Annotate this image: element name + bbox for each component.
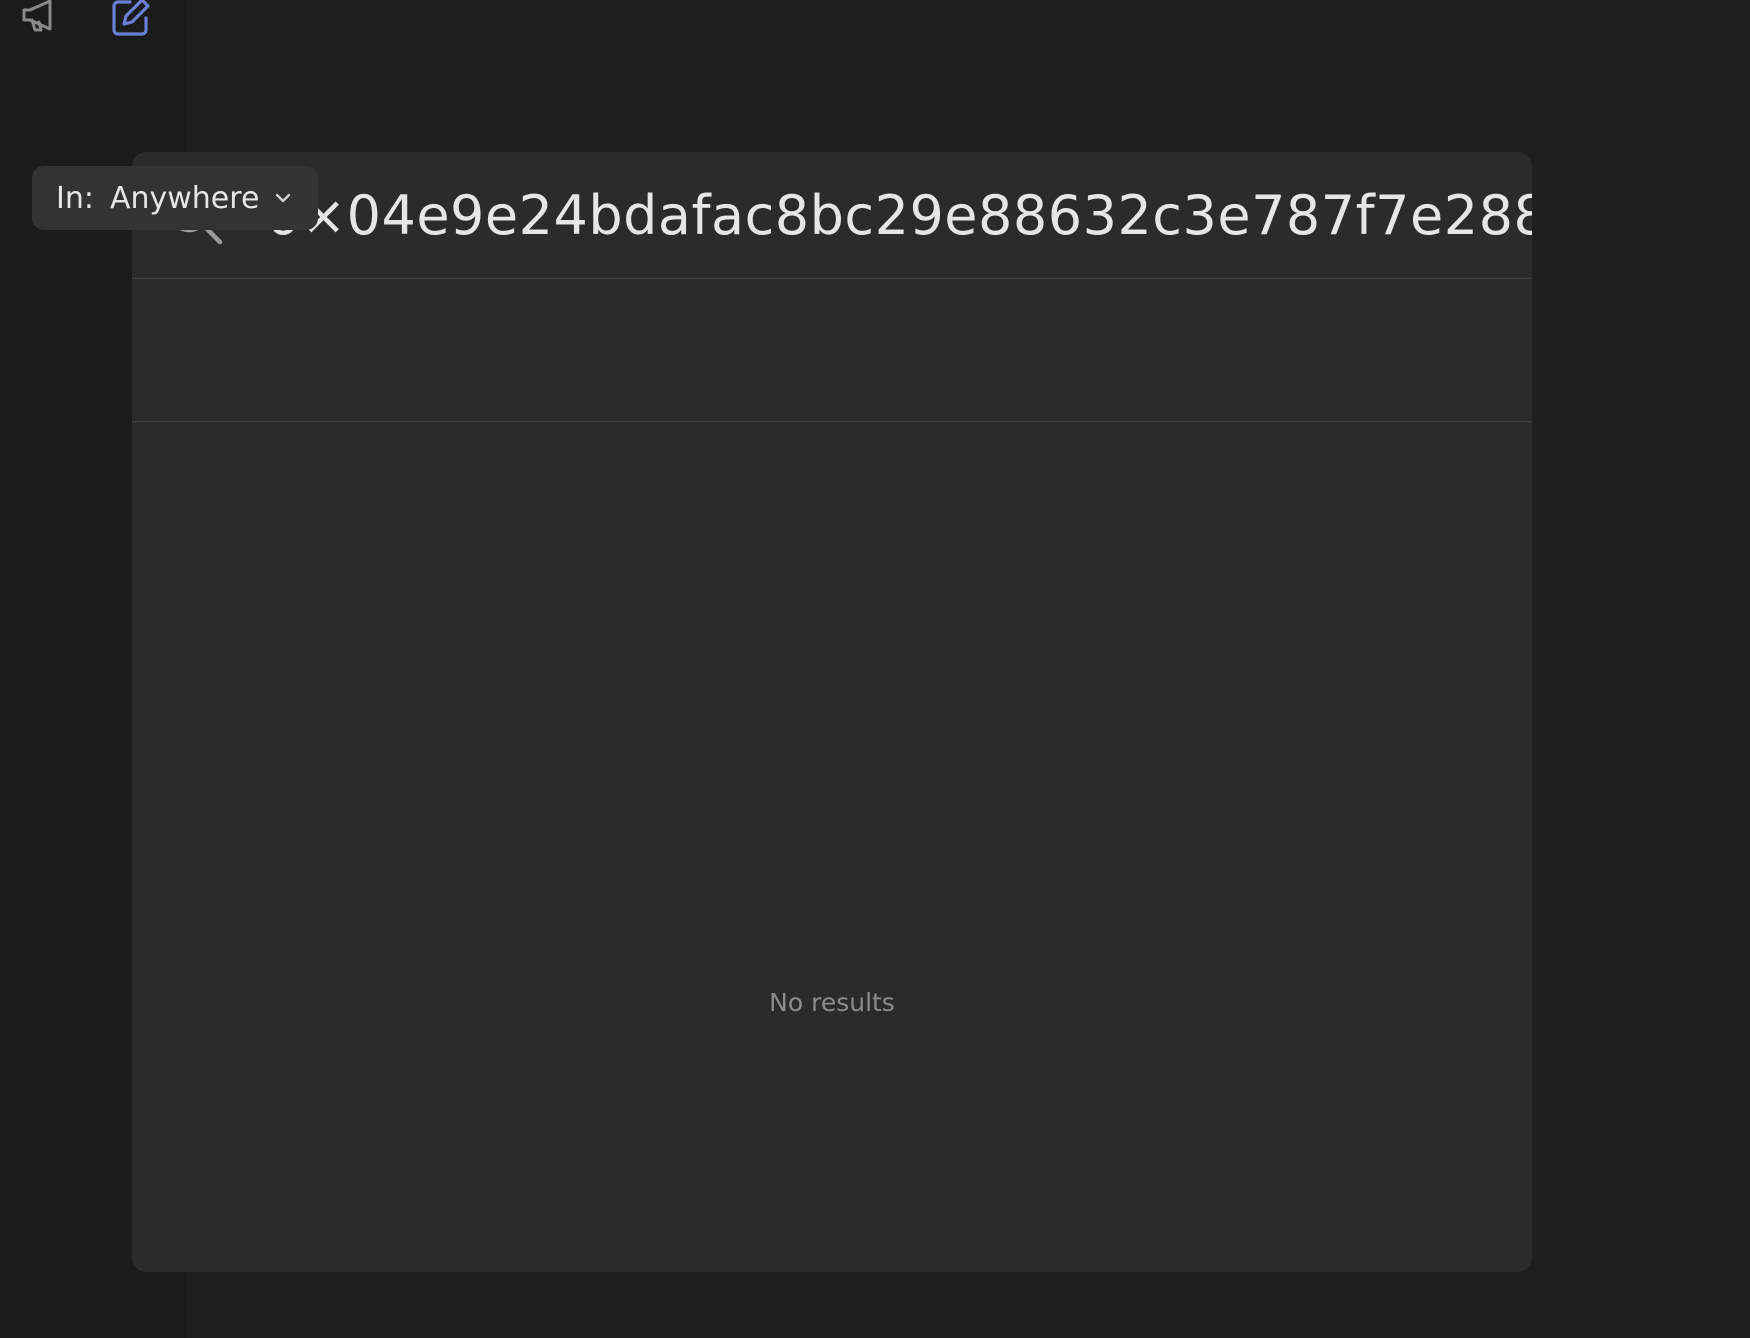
megaphone-icon[interactable] (18, 0, 66, 40)
empty-state-text: No results (769, 988, 895, 1017)
filter-bar (132, 279, 1532, 422)
search-input[interactable] (266, 176, 1532, 254)
results-list: No results (132, 422, 1532, 1272)
filter-prefix-label: In: (56, 180, 94, 216)
edit-icon[interactable] (108, 0, 156, 40)
search-modal: No results (132, 152, 1532, 1272)
location-filter-dropdown[interactable]: In: Anywhere (32, 166, 318, 230)
search-bar (132, 152, 1532, 279)
chevron-down-icon (273, 188, 293, 208)
filter-selected-value: Anywhere (109, 180, 260, 216)
